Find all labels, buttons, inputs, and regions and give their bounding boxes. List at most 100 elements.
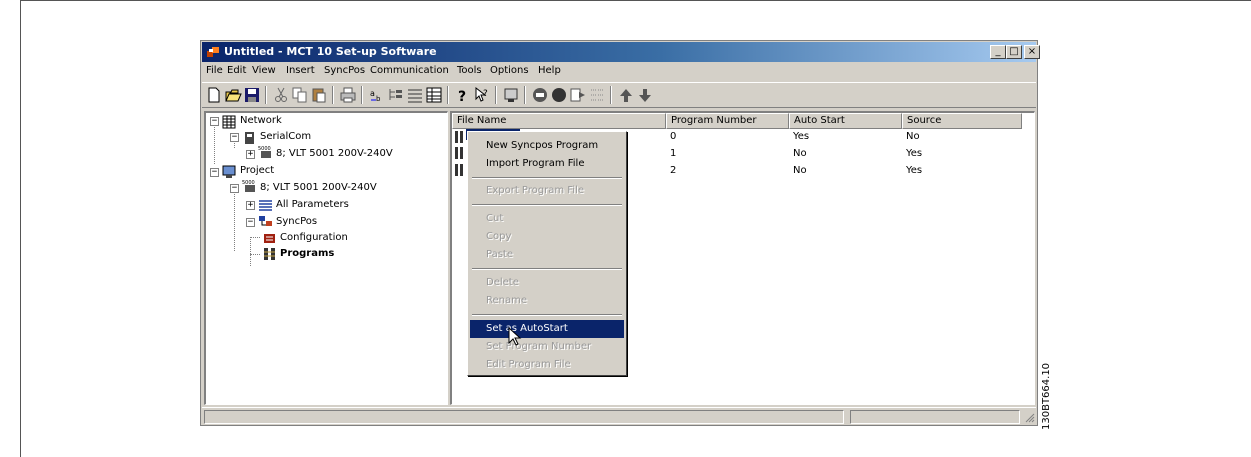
menu-cut[interactable]: Cut — [470, 210, 624, 228]
column-auto-start[interactable]: Auto Start — [789, 113, 902, 129]
menu-separator — [472, 177, 622, 179]
menu-options[interactable]: Options — [490, 65, 529, 76]
row-1-auto-start: No — [793, 148, 807, 159]
programs-icon — [264, 248, 275, 260]
svg-text:?: ? — [458, 89, 466, 104]
project-icon — [222, 165, 236, 178]
tree-node-serial-device[interactable]: 8; VLT 5001 200V-240V — [276, 147, 393, 161]
sort-icon[interactable]: ab — [368, 86, 386, 104]
tree-expander-project-device[interactable]: − — [230, 184, 239, 193]
title-bar[interactable]: Untitled - MCT 10 Set-up Software _ □ × — [202, 42, 1040, 62]
grid-icon[interactable] — [588, 86, 606, 104]
tree-node-all-parameters[interactable]: All Parameters — [276, 198, 349, 212]
tree-expander-serial-device[interactable]: + — [246, 150, 255, 159]
column-source[interactable]: Source — [902, 113, 1022, 129]
list-view-icon[interactable] — [406, 86, 424, 104]
column-file-name[interactable]: File Name — [452, 113, 666, 129]
toolbar-separator — [361, 86, 363, 104]
drive-icon: 5000 — [242, 180, 255, 192]
toolbar-separator — [447, 86, 449, 104]
menu-delete[interactable]: Delete — [470, 274, 624, 292]
menu-edit[interactable]: Edit — [227, 65, 246, 76]
toolbar-separator — [495, 86, 497, 104]
menu-tools[interactable]: Tools — [457, 65, 482, 76]
new-file-icon[interactable] — [205, 86, 223, 104]
menu-rename[interactable]: Rename — [470, 292, 624, 310]
menu-set-as-autostart[interactable]: Set as AutoStart — [470, 320, 624, 338]
maximize-button[interactable]: □ — [1006, 45, 1022, 59]
tree-node-syncpos[interactable]: SyncPos — [276, 215, 317, 229]
tree-expander-network[interactable]: − — [210, 117, 219, 126]
toolbar-separator — [610, 86, 612, 104]
row-1-source: Yes — [906, 148, 923, 159]
menu-bar: File Edit View Insert SyncPos Communicat… — [202, 63, 1036, 81]
menu-file[interactable]: File — [206, 65, 223, 76]
paste-icon[interactable] — [310, 86, 328, 104]
syncpos-icon — [259, 216, 272, 226]
context-menu: New Syncpos Program Import Program File … — [467, 131, 627, 376]
program-file-icon — [455, 164, 463, 176]
tree-node-project[interactable]: Project — [240, 164, 274, 178]
row-2-program-number: 2 — [670, 165, 677, 176]
run-icon[interactable] — [569, 86, 587, 104]
menu-set-program-number[interactable]: Set Program Number — [470, 338, 624, 356]
row-0-program-number: 0 — [670, 131, 677, 142]
status-panel-secondary — [850, 410, 1020, 424]
tree-node-serialcom[interactable]: SerialCom — [260, 130, 311, 144]
tree-view-icon[interactable] — [387, 86, 405, 104]
stop-icon[interactable] — [531, 86, 549, 104]
network-icon[interactable] — [502, 86, 520, 104]
resize-grip-icon[interactable] — [1023, 411, 1035, 423]
app-icon — [207, 47, 219, 57]
cut-icon[interactable] — [272, 86, 290, 104]
tree-expander-serialcom[interactable]: − — [230, 133, 239, 142]
row-0-auto-start: Yes — [793, 131, 810, 142]
context-help-icon[interactable]: ? — [473, 86, 491, 104]
open-folder-icon[interactable] — [224, 86, 242, 104]
menu-import-program-file[interactable]: Import Program File — [470, 155, 624, 173]
column-program-number[interactable]: Program Number — [666, 113, 789, 129]
menu-separator — [472, 314, 622, 316]
help-icon[interactable]: ? — [454, 86, 472, 104]
toolbar-separator — [332, 86, 334, 104]
figure-code: 130BT664.10 — [1041, 362, 1052, 430]
tree-node-programs[interactable]: Programs — [280, 247, 334, 261]
figure-frame-top — [20, 0, 1251, 1]
menu-communication[interactable]: Communication — [370, 65, 449, 76]
status-bar — [202, 407, 1036, 426]
copy-icon[interactable] — [291, 86, 309, 104]
print-icon[interactable] — [339, 86, 357, 104]
menu-separator — [472, 204, 622, 206]
menu-new-syncpos-program[interactable]: New Syncpos Program — [470, 137, 624, 155]
menu-help[interactable]: Help — [538, 65, 561, 76]
menu-syncpos[interactable]: SyncPos — [324, 65, 365, 76]
move-up-icon[interactable] — [617, 86, 635, 104]
save-icon[interactable] — [243, 86, 261, 104]
program-file-icon — [455, 147, 463, 159]
tree-node-configuration[interactable]: Configuration — [280, 231, 348, 245]
tree-node-project-device[interactable]: 8; VLT 5001 200V-240V — [260, 181, 377, 195]
details-view-icon[interactable] — [425, 86, 443, 104]
figure-frame-left — [20, 0, 21, 457]
tree-expander-syncpos[interactable]: − — [246, 218, 255, 227]
tree-expander-all-parameters[interactable]: + — [246, 201, 255, 210]
tree-node-network[interactable]: Network — [240, 114, 282, 128]
menu-edit-program-file[interactable]: Edit Program File — [470, 356, 624, 374]
network-icon — [222, 115, 236, 129]
configuration-icon — [264, 234, 275, 243]
mouse-pointer-icon — [508, 327, 522, 346]
toolbar-separator — [524, 86, 526, 104]
move-down-icon[interactable] — [636, 86, 654, 104]
drive-icon: 5000 — [258, 146, 271, 158]
minimize-button[interactable]: _ — [990, 45, 1006, 59]
close-button[interactable]: × — [1024, 45, 1040, 59]
menu-export-program-file[interactable]: Export Program File — [470, 182, 624, 200]
menu-copy[interactable]: Copy — [470, 228, 624, 246]
svg-text:?: ? — [483, 89, 488, 99]
menu-insert[interactable]: Insert — [286, 65, 315, 76]
menu-paste[interactable]: Paste — [470, 246, 624, 264]
project-tree[interactable]: − Network − SerialCom + 5000 8; VLT 5001… — [204, 111, 448, 405]
menu-view[interactable]: View — [252, 65, 276, 76]
record-icon[interactable] — [550, 86, 568, 104]
tree-expander-project[interactable]: − — [210, 168, 219, 177]
